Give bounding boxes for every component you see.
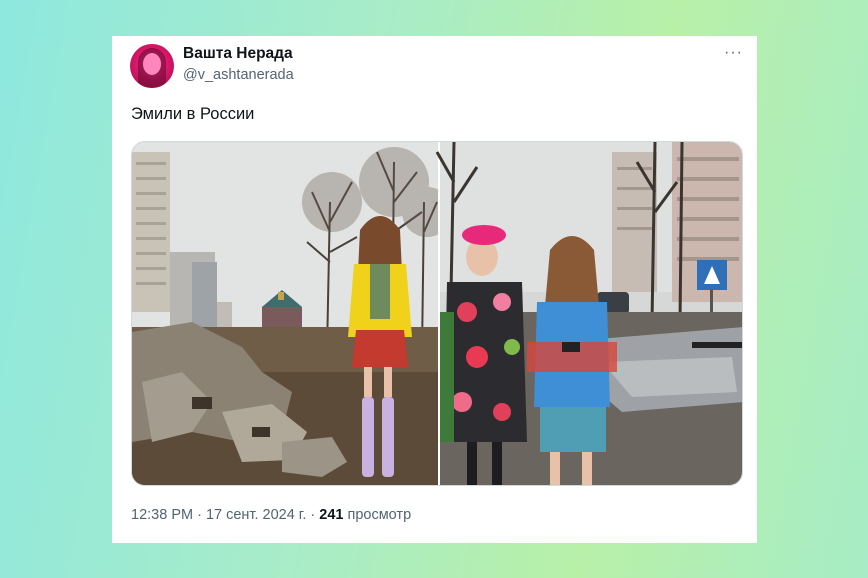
tweet-time[interactable]: 12:38 PM · 17 сент. 2024 г. · xyxy=(131,507,319,523)
author-handle[interactable]: @v_ashtanerada xyxy=(183,67,294,83)
avatar-face-shape xyxy=(143,53,161,75)
views-count: 241 xyxy=(319,507,344,523)
tweet-card[interactable]: Ваштa Нерада @v_ashtanerada ··· Эмили в … xyxy=(112,36,757,543)
right-photo xyxy=(435,142,742,485)
tweet-media[interactable] xyxy=(131,141,743,486)
tweet-meta: 12:38 PM · 17 сент. 2024 г. · 241 просмо… xyxy=(131,507,411,523)
author-avatar[interactable] xyxy=(130,44,174,88)
tweet-text: Эмили в России xyxy=(131,105,255,123)
left-photo xyxy=(132,142,452,485)
author-name[interactable]: Ваштa Нерада xyxy=(183,45,293,63)
more-options-icon[interactable]: ··· xyxy=(724,44,743,62)
views-label: просмотр xyxy=(343,507,412,523)
media-photos xyxy=(132,142,742,485)
